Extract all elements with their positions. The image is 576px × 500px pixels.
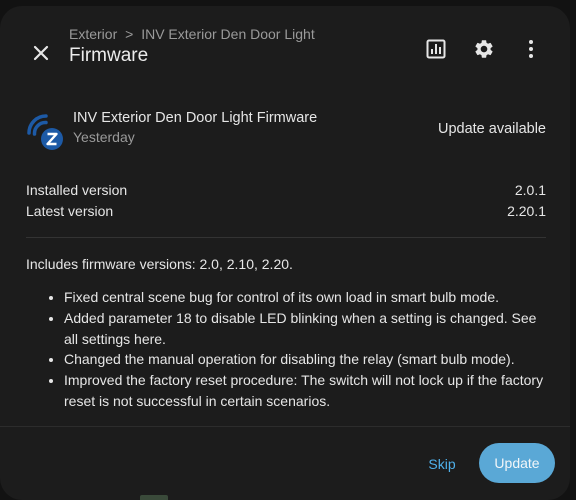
history-button[interactable] bbox=[422, 35, 450, 63]
installed-version-value: 2.0.1 bbox=[514, 182, 546, 198]
list-item: Changed the manual operation for disabli… bbox=[64, 349, 548, 370]
list-item: Fixed central scene bug for control of i… bbox=[64, 287, 548, 308]
firmware-date: Yesterday bbox=[73, 129, 135, 145]
latest-version-row: Latest version 2.20.1 bbox=[26, 203, 546, 219]
zwave-logo-icon bbox=[27, 114, 63, 150]
divider bbox=[26, 237, 546, 238]
breadcrumb-separator: > bbox=[125, 26, 134, 42]
list-item: Improved the factory reset procedure: Th… bbox=[64, 370, 548, 412]
installed-version-row: Installed version 2.0.1 bbox=[26, 182, 546, 198]
skip-button[interactable]: Skip bbox=[416, 452, 468, 476]
more-vert-icon bbox=[529, 40, 533, 58]
breadcrumb-device: INV Exterior Den Door Light bbox=[141, 26, 315, 42]
breadcrumb: Exterior > INV Exterior Den Door Light bbox=[69, 26, 315, 42]
release-notes-intro: Includes firmware versions: 2.0, 2.10, 2… bbox=[26, 256, 293, 272]
close-button[interactable] bbox=[27, 39, 55, 67]
release-notes-list: Fixed central scene bug for control of i… bbox=[26, 287, 548, 412]
more-options-button[interactable] bbox=[517, 35, 545, 63]
page-title: Firmware bbox=[69, 45, 149, 66]
breadcrumb-area: Exterior bbox=[69, 26, 118, 42]
latest-version-value: 2.20.1 bbox=[507, 203, 546, 219]
update-button[interactable]: Update bbox=[479, 443, 555, 483]
list-item: Added parameter 18 to disable LED blinki… bbox=[64, 308, 548, 350]
update-status: Update available bbox=[437, 121, 546, 137]
close-icon bbox=[33, 45, 49, 61]
footer-divider bbox=[0, 426, 570, 427]
firmware-dialog: Exterior > INV Exterior Den Door Light F… bbox=[0, 6, 570, 500]
settings-button[interactable] bbox=[470, 35, 498, 63]
history-chart-icon bbox=[426, 39, 446, 59]
firmware-name: INV Exterior Den Door Light Firmware bbox=[73, 110, 318, 126]
latest-version-label: Latest version bbox=[26, 203, 114, 219]
gear-icon bbox=[475, 40, 493, 58]
background-element bbox=[140, 495, 168, 500]
installed-version-label: Installed version bbox=[26, 182, 128, 198]
